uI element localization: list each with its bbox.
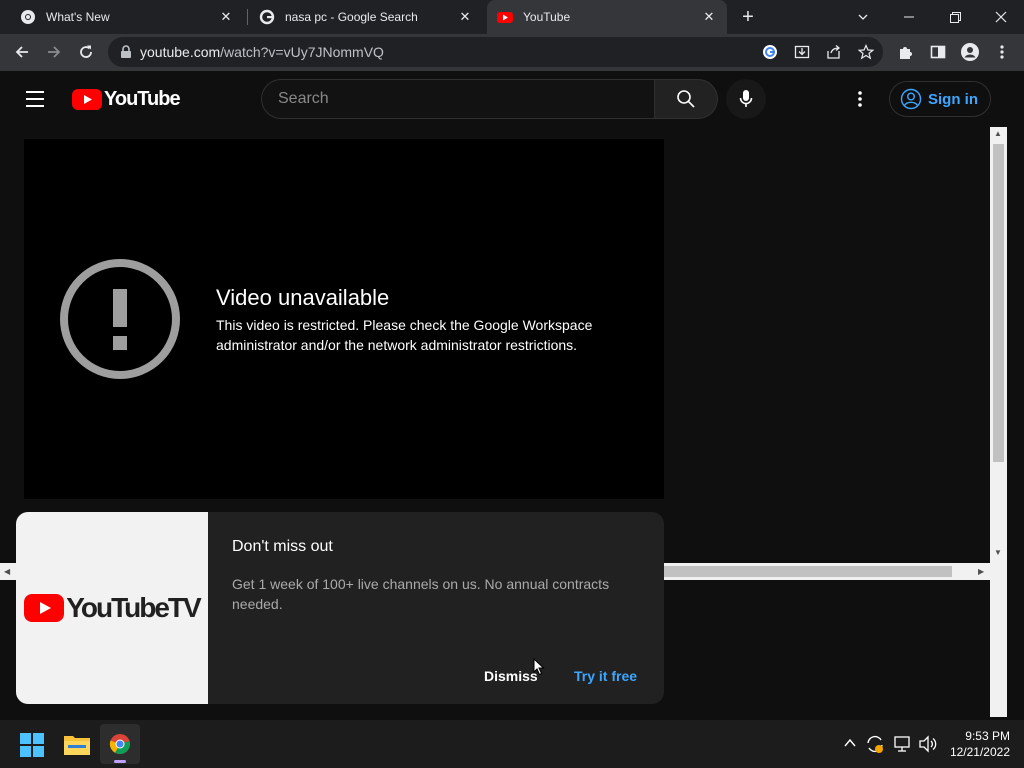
tab-title: YouTube [523,10,571,24]
settings-more-icon[interactable] [856,89,864,109]
youtube-tv-logo: YouTubeTV [16,512,208,704]
close-window-icon[interactable] [978,0,1024,34]
share-icon[interactable] [822,40,846,64]
mouse-cursor-icon [533,658,545,676]
sign-in-button[interactable]: Sign in [889,81,991,117]
tab-title: What's New [46,10,110,24]
youtube-icon [497,12,513,23]
promo-body: Get 1 week of 100+ live channels on us. … [232,576,610,612]
google-icon [259,9,275,25]
extensions-puzzle-icon[interactable] [894,40,918,64]
youtube-header: YouTube Sign in [0,71,1007,127]
network-icon[interactable] [894,735,912,753]
video-player[interactable]: Video unavailable This video is restrict… [24,139,664,499]
windows-taskbar: 9:53 PM 12/21/2022 [0,720,1024,768]
try-it-free-button[interactable]: Try it free [574,668,637,684]
back-icon[interactable] [10,40,34,64]
sign-in-label: Sign in [928,90,978,108]
restore-icon[interactable] [932,0,978,34]
tab-whats-new[interactable]: What's New ✕ [12,0,242,34]
url-text: youtube.com/watch?v=vUy7JNommVQ [140,44,384,60]
youtube-logo[interactable]: YouTube [72,88,181,111]
show-hidden-icons-chevron-icon[interactable] [843,736,857,750]
youtube-tv-logo-text: YouTubeTV [66,592,201,623]
search-box[interactable] [261,79,655,119]
search-button[interactable] [654,79,718,119]
tab-youtube[interactable]: YouTube ✕ [487,0,727,34]
hamburger-menu-icon[interactable] [24,88,48,110]
profile-icon[interactable] [958,40,982,64]
close-tab-icon[interactable]: ✕ [218,9,234,25]
browser-toolbar: youtube.com/watch?v=vUy7JNommVQ [0,34,1024,71]
tab-title: nasa pc - Google Search [285,10,418,24]
microphone-icon [739,90,753,107]
address-bar[interactable]: youtube.com/watch?v=vUy7JNommVQ [108,37,883,67]
minimize-icon[interactable] [886,0,932,34]
google-lens-icon[interactable] [758,40,782,64]
error-message: This video is restricted. Please check t… [216,317,593,353]
volume-icon[interactable] [918,735,938,753]
close-tab-icon[interactable]: ✕ [701,9,717,25]
tab-strip: What's New ✕ nasa pc - Google Search ✕ Y… [0,0,1024,34]
tab-google-search[interactable]: nasa pc - Google Search ✕ [251,0,481,34]
search-input[interactable] [278,90,655,108]
scroll-up-arrow-icon[interactable]: ▲ [994,129,1002,138]
forward-icon[interactable] [42,40,66,64]
error-title: Video unavailable [216,285,390,310]
clock-date: 12/21/2022 [949,745,1010,759]
youtube-logo-text: YouTube [104,88,181,110]
chrome-menu-icon[interactable] [990,40,1014,64]
alert-exclamation-icon [60,259,180,379]
chrome-icon [109,734,130,755]
file-explorer-icon[interactable] [64,733,90,755]
clock-time: 9:53 PM [965,729,1010,743]
reload-icon[interactable] [74,40,98,64]
chrome-icon [21,10,35,24]
bookmark-star-icon[interactable] [854,40,878,64]
youtube-play-icon [24,594,65,622]
sync-update-icon[interactable] [865,734,885,754]
install-app-icon[interactable] [790,40,814,64]
voice-search-button[interactable] [726,79,766,119]
account-circle-icon [900,88,922,110]
scroll-left-arrow-icon[interactable]: ◀ [4,567,10,576]
search-icon [677,90,695,108]
tab-search-chevron-icon[interactable] [840,0,886,34]
youtube-tv-promo: YouTubeTV Don't miss out Get 1 week of 1… [16,512,664,704]
taskbar-clock[interactable]: 9:53 PM 12/21/2022 [940,728,1010,760]
lock-icon[interactable] [120,45,132,59]
close-tab-icon[interactable]: ✕ [457,9,473,25]
vertical-scroll-thumb[interactable] [993,144,1004,462]
side-panel-icon[interactable] [926,40,950,64]
chrome-taskbar-button[interactable] [100,724,140,764]
dismiss-button[interactable]: Dismiss [484,668,538,684]
scroll-right-arrow-icon[interactable]: ▶ [978,567,984,576]
promo-title: Don't miss out [232,538,333,555]
windows-start-icon[interactable] [20,733,44,757]
new-tab-plus-icon[interactable]: + [736,5,760,29]
youtube-play-icon [72,89,102,110]
horizontal-scroll-thumb[interactable] [664,566,952,577]
tab-divider [247,9,248,25]
scroll-down-arrow-icon[interactable]: ▼ [994,548,1002,557]
